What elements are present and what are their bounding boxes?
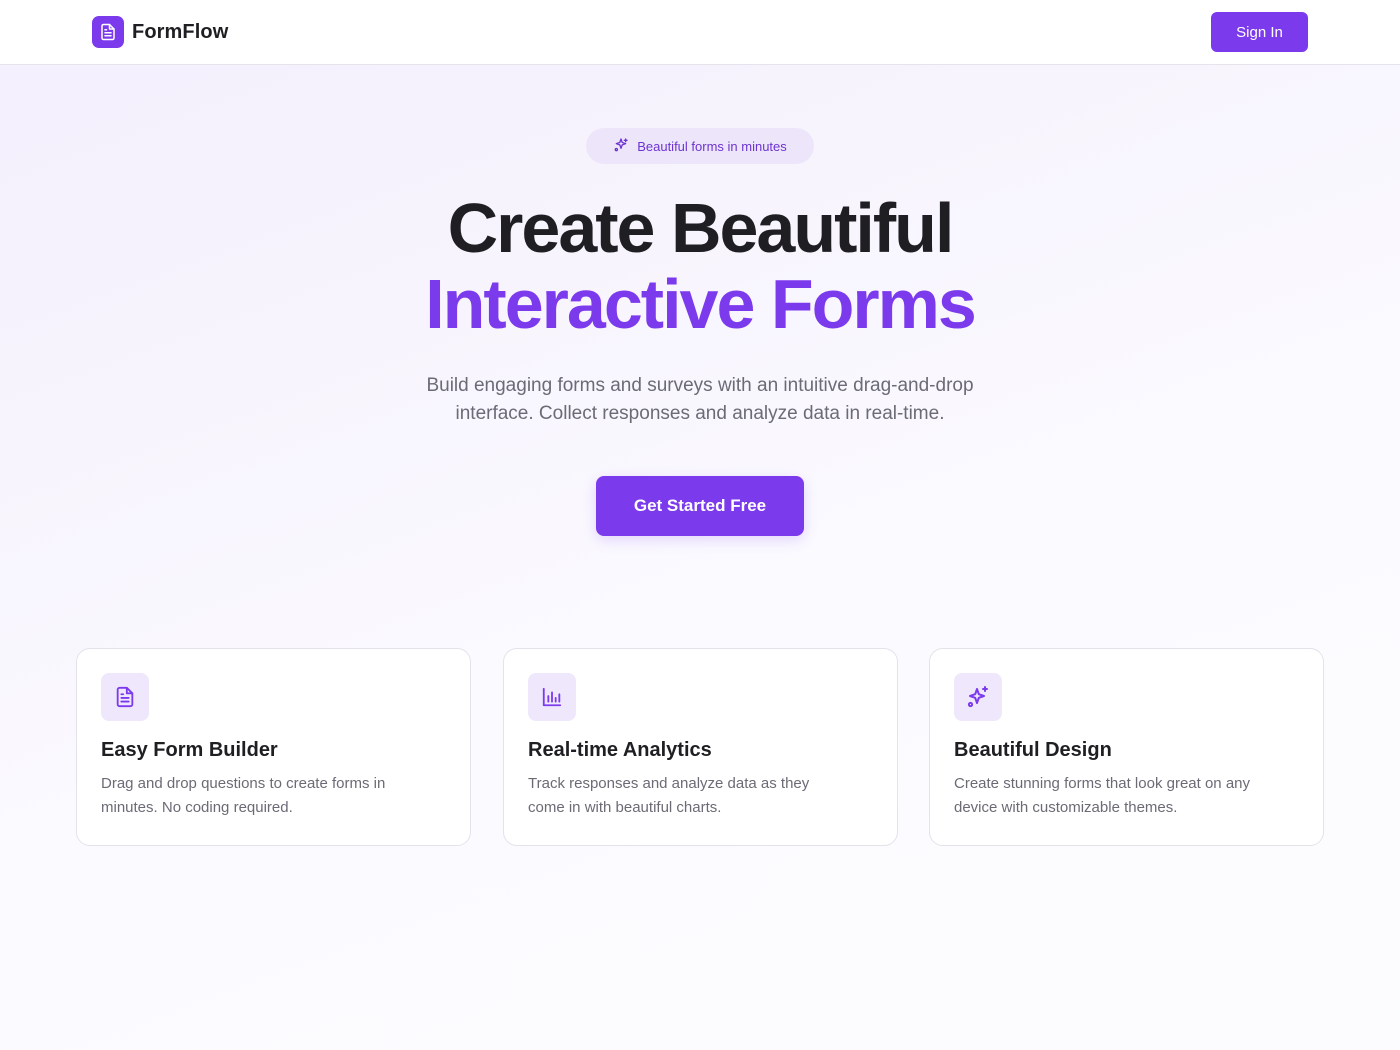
feature-description-line1: Drag and drop questions to create forms … <box>101 775 386 792</box>
document-icon <box>101 673 149 721</box>
hero-badge-text: Beautiful forms in minutes <box>637 138 787 154</box>
feature-title: Real-time Analytics <box>528 739 712 761</box>
feature-description: Create stunning forms that look great on… <box>954 772 1299 820</box>
feature-description-line2: minutes. No coding required. <box>101 799 293 816</box>
sparkles-icon <box>613 137 629 156</box>
feature-card-analytics: Real-time Analytics Track responses and … <box>503 648 898 846</box>
hero-subtitle-line2: interface. Collect responses and analyze… <box>455 403 945 424</box>
feature-description-line2: come in with beautiful charts. <box>528 799 722 816</box>
feature-description-line2: device with customizable themes. <box>954 799 1178 816</box>
feature-card-form-builder: Easy Form Builder Drag and drop question… <box>76 648 471 846</box>
feature-description: Track responses and analyze data as they… <box>528 772 873 820</box>
hero-title-line2: Interactive Forms <box>425 265 977 343</box>
brand-name: FormFlow <box>132 20 229 43</box>
document-icon <box>92 16 124 48</box>
feature-description: Drag and drop questions to create forms … <box>101 772 446 820</box>
sign-in-button[interactable]: Sign In <box>1211 12 1308 52</box>
feature-description-line1: Create stunning forms that look great on… <box>954 775 1251 792</box>
brand[interactable]: FormFlow <box>92 16 228 48</box>
top-navbar: FormFlow Sign In <box>0 0 1400 65</box>
hero-subtitle: Build engaging forms and surveys with an… <box>350 372 1050 428</box>
get-started-button[interactable]: Get Started Free <box>596 476 804 536</box>
hero-subtitle-line1: Build engaging forms and surveys with an… <box>426 375 974 396</box>
feature-title: Easy Form Builder <box>101 739 278 761</box>
hero-title: Create Beautiful Interactive Forms <box>0 190 1400 342</box>
bar-chart-icon <box>528 673 576 721</box>
hero-badge: Beautiful forms in minutes <box>586 128 814 164</box>
hero-title-line1: Create Beautiful <box>447 189 955 267</box>
sparkles-icon <box>954 673 1002 721</box>
feature-description-line1: Track responses and analyze data as they <box>528 775 810 792</box>
feature-title: Beautiful Design <box>954 739 1112 761</box>
feature-card-design: Beautiful Design Create stunning forms t… <box>929 648 1324 846</box>
